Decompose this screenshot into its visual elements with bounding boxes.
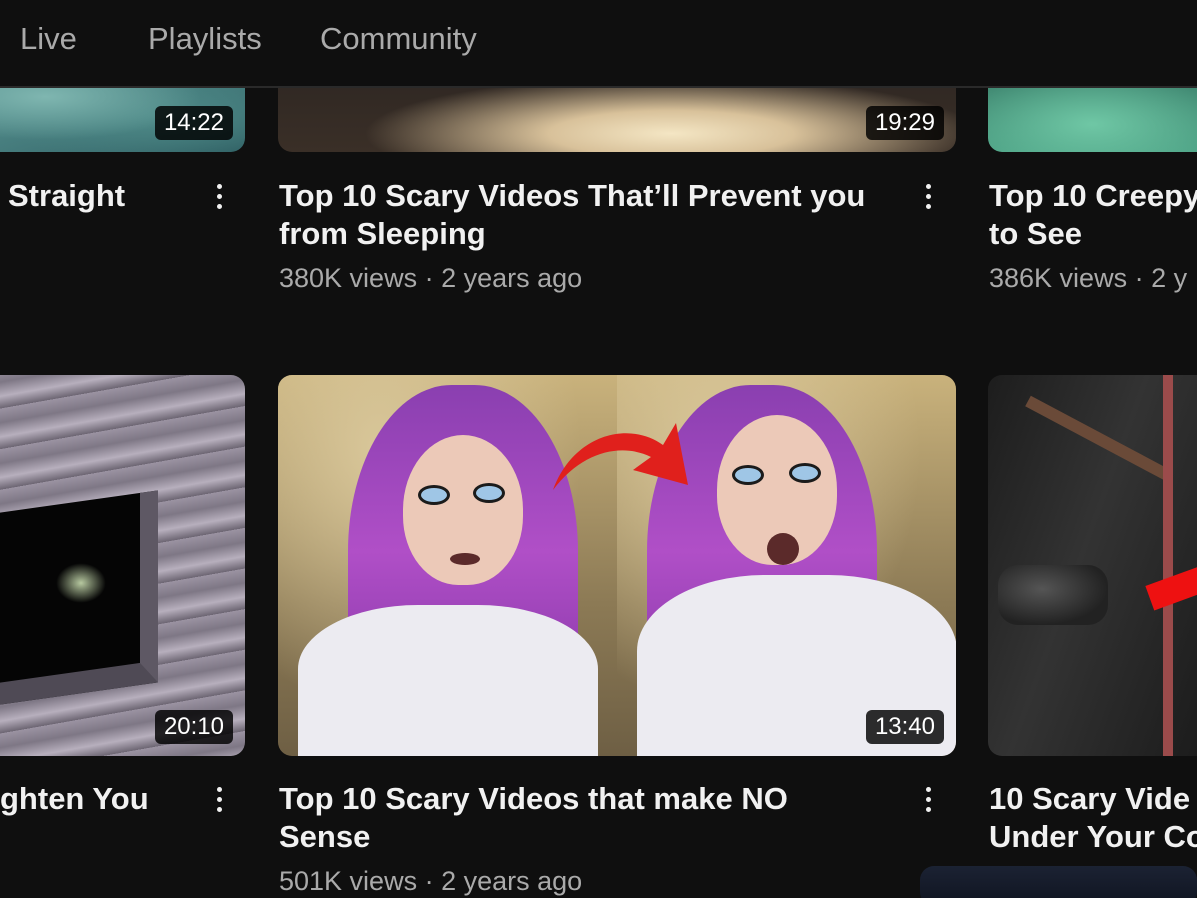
red-arrow-icon — [553, 423, 688, 490]
video-duration: 20:10 — [154, 710, 233, 744]
video-title-line: Under Your Co — [989, 819, 1197, 854]
thumbnail-car — [998, 565, 1108, 625]
video-title[interactable]: Straight — [8, 177, 125, 215]
video-title-line: Top 10 Scary Videos That’ll Prevent you — [279, 178, 866, 213]
thumbnail-figure — [56, 563, 106, 603]
channel-tab-bar: Live Playlists Community — [0, 0, 1197, 88]
video-title-line: Top 10 Scary Videos that make NO — [279, 781, 788, 816]
more-vertical-icon[interactable] — [207, 781, 231, 817]
video-thumbnail[interactable] — [988, 375, 1197, 756]
tab-community[interactable]: Community — [320, 20, 477, 58]
video-title[interactable]: Top 10 Scary Videos that make NO Sense — [279, 780, 788, 856]
video-title-line: 10 Scary Vide — [989, 781, 1191, 816]
video-thumbnail[interactable]: 13:40 — [278, 375, 956, 756]
thumbnail-post — [1163, 375, 1173, 756]
video-title[interactable]: 10 Scary Vide Under Your Co — [989, 780, 1197, 856]
tab-live[interactable]: Live — [20, 20, 77, 58]
video-meta: 501K views · 2 years ago — [279, 866, 583, 896]
video-title-line: Top 10 Creepy — [989, 178, 1197, 213]
video-title[interactable]: Top 10 Creepy to See — [989, 177, 1197, 253]
video-duration: 13:40 — [865, 710, 944, 744]
more-vertical-icon[interactable] — [916, 178, 940, 214]
channel-videos-page: Live Playlists Community 14:22 Straight … — [0, 0, 1197, 898]
video-meta: 380K views · 2 years ago — [279, 263, 583, 293]
video-title[interactable]: Top 10 Scary Videos That’ll Prevent you … — [279, 177, 865, 253]
thumbnail-image — [1025, 395, 1173, 482]
video-duration: 19:29 — [865, 106, 944, 140]
video-duration: 14:22 — [154, 106, 233, 140]
video-thumbnail[interactable] — [920, 866, 1197, 898]
video-title-line: Sense — [279, 819, 371, 854]
video-title-line: to See — [989, 216, 1083, 251]
video-title-line: ghten You — [0, 781, 149, 816]
tab-playlists[interactable]: Playlists — [148, 20, 262, 58]
video-title-line: from Sleeping — [279, 216, 486, 251]
more-vertical-icon[interactable] — [916, 781, 940, 817]
video-thumbnail[interactable]: 20:10 — [0, 375, 245, 756]
video-title-line: Straight — [8, 178, 126, 213]
more-vertical-icon[interactable] — [207, 178, 231, 214]
video-title[interactable]: ghten You — [0, 780, 149, 818]
video-meta: 386K views · 2 y — [989, 263, 1188, 293]
